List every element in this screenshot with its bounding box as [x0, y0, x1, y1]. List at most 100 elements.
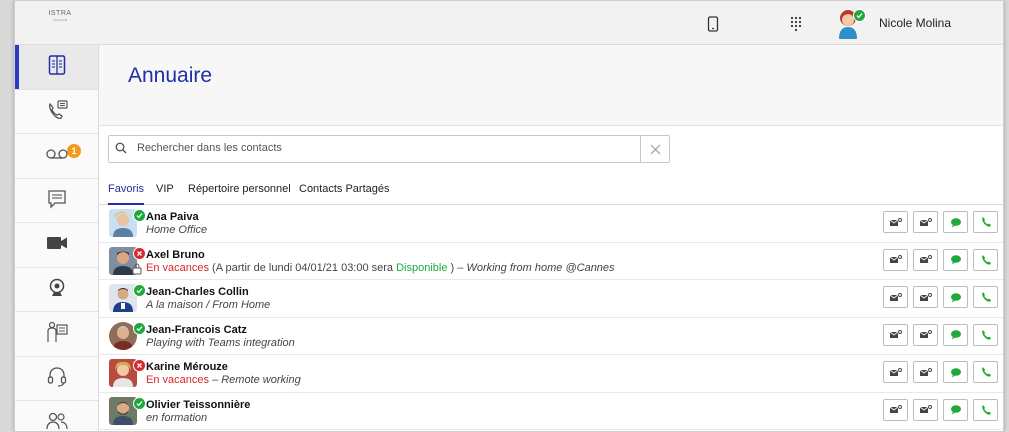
contact-name: Ana Paiva — [146, 211, 199, 223]
contact-name: Karine Mérouze — [146, 361, 228, 373]
search-box — [108, 135, 670, 163]
chat-bubble-icon — [950, 367, 961, 377]
contact-status-message: En vacances (A partir de lundi 04/01/21 … — [146, 261, 615, 274]
contact-row[interactable]: Axel Bruno En vacances (A partir de lund… — [99, 243, 1003, 280]
logo-text: ISTRA — [48, 10, 72, 17]
email-button[interactable] — [883, 361, 908, 383]
phone-icon — [981, 330, 991, 340]
contact-status-message: en formation — [146, 411, 208, 424]
call-button[interactable] — [973, 323, 998, 346]
mobile-phone-icon[interactable] — [703, 14, 723, 34]
tab-contacts-partages[interactable]: Contacts Partagés — [299, 183, 390, 203]
clear-search-button[interactable] — [640, 136, 669, 162]
status-busy-icon — [133, 246, 146, 260]
contact-actions — [883, 286, 998, 308]
contact-row[interactable]: Ana Paiva Home Office — [99, 205, 1003, 243]
sidebar-item-groups[interactable] — [15, 401, 98, 431]
chat-icon — [47, 189, 67, 212]
phone-icon — [981, 367, 991, 377]
status-available-icon — [133, 321, 146, 335]
email-button[interactable] — [883, 211, 908, 233]
contact-name: Jean-Francois Catz — [146, 323, 247, 336]
contact-name: Jean-Charles Collin — [146, 286, 249, 298]
sidebar-item-webcam[interactable] — [15, 268, 98, 312]
contact-row[interactable]: Jean-Francois Catz Playing with Teams in… — [99, 318, 1003, 355]
sidebar-item-calls[interactable] — [15, 90, 98, 134]
webcam-icon — [49, 278, 65, 301]
voicemail-badge: 1 — [67, 144, 81, 158]
status-busy-icon — [133, 359, 146, 372]
email-button[interactable] — [913, 286, 938, 308]
email-button[interactable] — [883, 323, 908, 346]
contact-row[interactable]: Jean-Charles Collin A la maison / From H… — [99, 280, 1003, 318]
user-menu[interactable]: Nicole Molina — [835, 7, 951, 39]
email-icon — [919, 367, 932, 376]
email-button[interactable] — [913, 323, 938, 346]
contact-status-message: En vacances – Remote working — [146, 374, 301, 386]
voicemail-icon — [45, 148, 68, 163]
chat-button[interactable] — [943, 361, 968, 383]
status-available-icon — [133, 284, 146, 297]
email-button[interactable] — [913, 211, 938, 233]
sidebar-item-annuaire[interactable] — [15, 45, 98, 90]
email-icon — [889, 217, 902, 226]
tab-repertoire-personnel[interactable]: Répertoire personnel — [188, 183, 291, 203]
contact-row[interactable]: Karine Mérouze En vacances – Remote work… — [99, 355, 1003, 393]
email-icon — [889, 367, 902, 376]
people-icon — [45, 412, 68, 431]
call-button[interactable] — [973, 361, 998, 383]
chat-button[interactable] — [943, 398, 968, 421]
sidebar-item-presence[interactable] — [15, 312, 98, 357]
tab-favoris[interactable]: Favoris — [108, 183, 145, 205]
email-icon — [919, 330, 932, 338]
user-status-icon — [853, 9, 866, 22]
close-icon — [650, 144, 660, 154]
chat-bubble-icon — [950, 255, 961, 265]
email-button[interactable] — [913, 248, 938, 271]
chat-button[interactable] — [943, 323, 968, 346]
call-button[interactable] — [973, 211, 998, 233]
dialpad-icon[interactable] — [786, 14, 806, 34]
sidebar-item-messages[interactable] — [15, 179, 98, 223]
email-icon — [919, 405, 932, 413]
app-logo: ISTRA TELECOM — [37, 10, 83, 22]
email-button[interactable] — [913, 361, 938, 383]
contact-name: Olivier Teissonnière — [146, 398, 251, 411]
chat-bubble-icon — [950, 217, 961, 227]
chat-button[interactable] — [943, 286, 968, 308]
email-button[interactable] — [883, 248, 908, 271]
chat-button[interactable] — [943, 211, 968, 233]
sidebar-item-video[interactable] — [15, 223, 98, 268]
contact-row[interactable]: Olivier Teissonnière en formation — [99, 393, 1003, 430]
main-content: Annuaire Favoris VIP Répertoire personne… — [99, 45, 1003, 431]
call-button[interactable] — [973, 248, 998, 271]
contact-tabs: Favoris VIP Répertoire personnel Contact… — [99, 173, 1003, 205]
email-icon — [889, 255, 902, 263]
contact-actions — [883, 211, 998, 233]
user-name: Nicole Molina — [879, 16, 952, 30]
person-board-icon — [46, 321, 68, 346]
contact-actions — [883, 248, 998, 271]
video-camera-icon — [46, 236, 68, 253]
chat-bubble-icon — [950, 292, 961, 302]
user-avatar — [835, 7, 867, 39]
email-button[interactable] — [883, 398, 908, 421]
email-icon — [889, 405, 902, 413]
phone-icon — [981, 292, 991, 302]
search-input[interactable] — [137, 136, 627, 160]
tab-vip[interactable]: VIP — [156, 183, 174, 203]
email-icon — [889, 330, 902, 338]
email-button[interactable] — [883, 286, 908, 308]
logo-subtext: TELECOM — [52, 18, 68, 22]
call-button[interactable] — [973, 286, 998, 308]
chat-bubble-icon — [950, 330, 961, 340]
page-header: Annuaire — [99, 45, 1003, 126]
call-button[interactable] — [973, 398, 998, 421]
email-icon — [919, 217, 932, 226]
sidebar-item-support[interactable] — [15, 357, 98, 401]
email-button[interactable] — [913, 398, 938, 421]
contact-actions — [883, 398, 998, 421]
sidebar-item-voicemail[interactable]: 1 — [15, 134, 98, 179]
search-icon — [115, 142, 127, 157]
chat-button[interactable] — [943, 248, 968, 271]
